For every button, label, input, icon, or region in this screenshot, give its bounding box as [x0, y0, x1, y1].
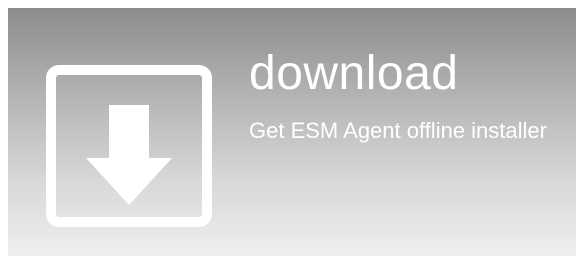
download-arrow-icon [46, 65, 212, 227]
download-tile[interactable]: download Get ESM Agent offline installer [8, 8, 576, 256]
tile-title: download [249, 47, 459, 100]
tile-description: Get ESM Agent offline installer [249, 118, 547, 143]
